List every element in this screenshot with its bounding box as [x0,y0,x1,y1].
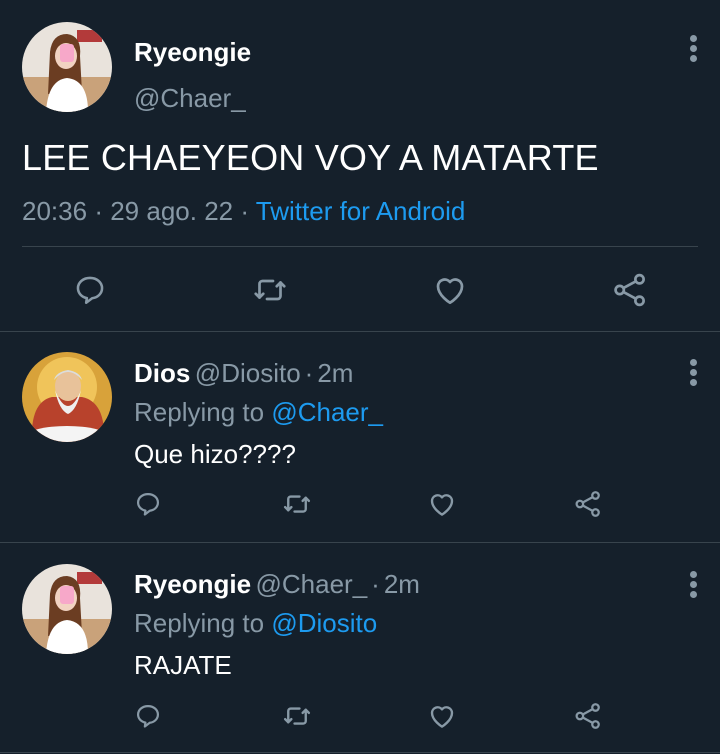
heart-icon [436,278,464,305]
reply2-replying-handle[interactable]: @Diosito [271,608,377,638]
reply1-separator: · [304,358,314,388]
reply2-age: 2m [383,569,420,599]
avatar-dios[interactable] [22,352,112,442]
reply2-header: Ryeongie @Chaer_ · 2m [134,569,420,600]
reply-divider [0,542,720,543]
reply1-age: 2m [317,358,354,388]
meta-separator: · [240,196,250,226]
meta-separator: · [94,196,103,226]
main-date: 29 ago. 22 [110,196,234,226]
avatar-ryeongie[interactable] [22,22,112,112]
reply2-author-handle[interactable]: @Chaer_ [255,569,367,599]
main-source-link[interactable]: Twitter for Android [256,196,466,226]
main-tweet-divider [22,246,698,247]
reply-icon [136,492,160,516]
main-author-name[interactable]: Ryeongie [134,37,251,68]
retweet-icon [283,495,311,513]
reply1-like-button[interactable] [422,484,462,524]
reply1-share-button[interactable] [568,484,608,524]
heart-icon [430,706,454,728]
reply2-author-name[interactable]: Ryeongie [134,569,251,599]
retweet-icon [254,279,286,301]
main-retweet-button[interactable] [250,270,290,310]
main-like-button[interactable] [430,270,470,310]
share-icon [575,491,600,517]
reply2-replying-to: Replying to @Diosito [134,608,377,639]
heart-icon [430,494,454,516]
main-author-handle[interactable]: @Chaer_ [134,83,246,114]
avatar-ryeongie-reply[interactable] [22,564,112,654]
reply1-replying-prefix: Replying to [134,397,265,427]
main-more-icon[interactable] [683,35,703,65]
share-icon [614,273,645,307]
reply2-reply-button[interactable] [128,696,168,736]
reply2-separator: · [371,569,380,599]
reply1-retweet-button[interactable] [277,484,317,524]
reply1-text: Que hizo???? [134,439,296,469]
reply1-reply-button[interactable] [128,484,168,524]
bottom-divider [0,752,720,753]
main-tweet-meta: 20:36 · 29 ago. 22 · Twitter for Android [22,196,465,227]
reply1-author-name[interactable]: Dios [134,358,190,388]
main-tweet-text: LEE CHAEYEON VOY A MATARTE [22,137,599,178]
main-reply-button[interactable] [70,270,110,310]
reply1-header: Dios @Diosito · 2m [134,358,353,389]
reply1-more-icon[interactable] [683,359,703,389]
retweet-icon [283,707,311,725]
reply2-text: RAJATE [134,650,232,680]
share-icon [575,703,600,729]
reply1-replying-handle[interactable]: @Chaer_ [271,397,383,427]
reply-icon [136,704,160,728]
reply2-retweet-button[interactable] [277,696,317,736]
reply2-like-button[interactable] [422,696,462,736]
section-divider [0,331,720,332]
reply-icon [76,276,104,305]
main-share-button[interactable] [610,270,650,310]
main-time: 20:36 [22,196,88,226]
reply2-replying-prefix: Replying to [134,608,265,638]
reply2-share-button[interactable] [568,696,608,736]
reply1-author-handle[interactable]: @Diosito [195,358,301,388]
reply1-replying-to: Replying to @Chaer_ [134,397,383,428]
reply2-more-icon[interactable] [683,571,703,601]
